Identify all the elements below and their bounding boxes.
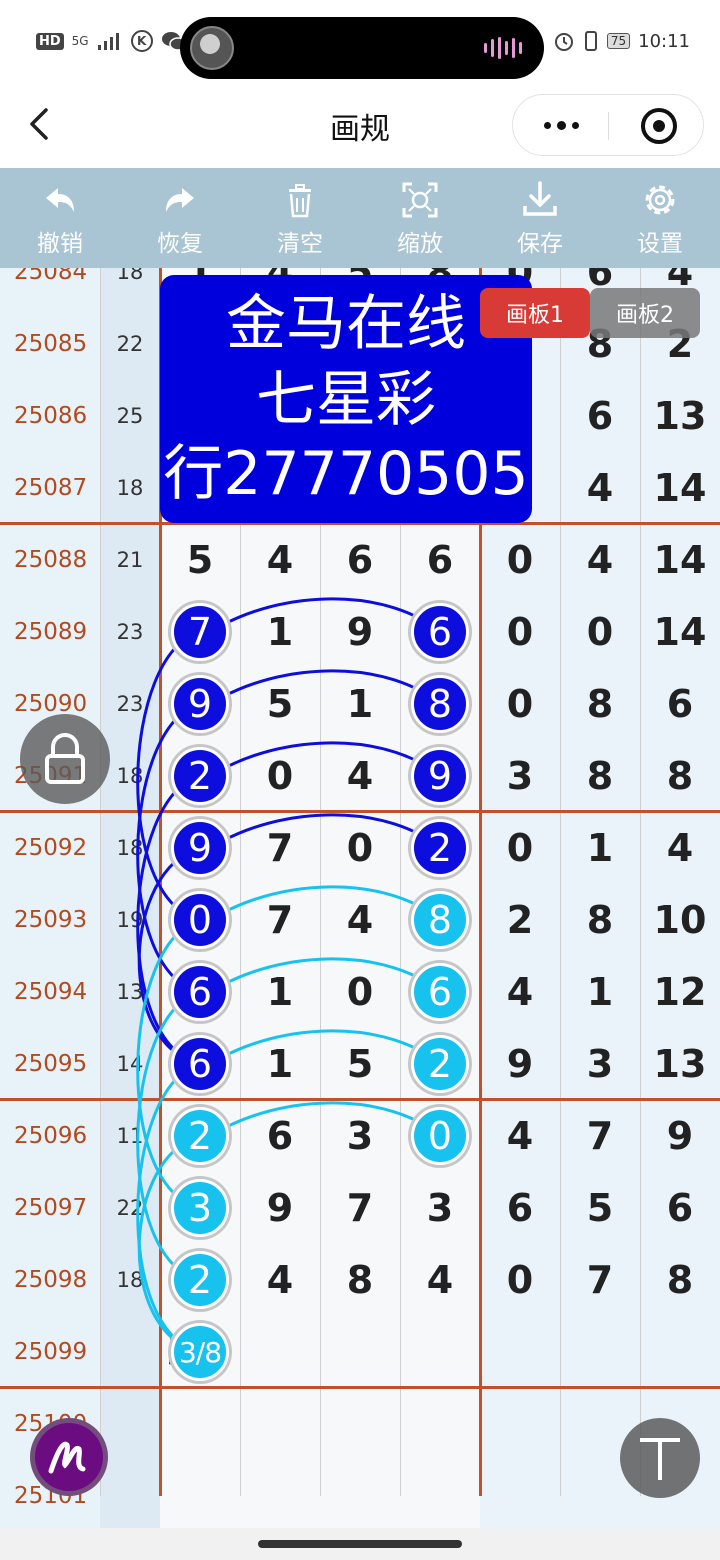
undo-button[interactable]: 撤销 [0,168,120,268]
redo-label: 恢复 [157,231,203,257]
curve-line [137,846,201,1066]
highlight-ball[interactable]: 2 [171,1251,229,1309]
status-bar: HD 5G K 75 10:11 [0,0,720,82]
highlight-ball[interactable]: 2 [411,1035,469,1093]
home-indicator[interactable] [258,1540,462,1548]
highlight-ball[interactable]: 7 [171,603,229,661]
zoom-button[interactable]: 缩放 [360,168,480,268]
curve-line [199,669,441,714]
promo-banner: 金马在线 七星彩 行27770505 [160,275,532,523]
curve-line [199,597,441,642]
curve-line [199,741,441,786]
toolbar: 撤销 恢复 清空 缩放 保存 设置 [0,168,720,268]
highlight-ball[interactable]: 9 [171,819,229,877]
more-dots-icon[interactable] [537,109,585,141]
tab-board2[interactable]: 画板2 [590,288,700,338]
redo-icon [166,188,194,212]
settings-button[interactable]: 设置 [600,168,720,268]
dynamic-island [180,17,544,79]
alarm-icon [554,33,573,51]
highlight-ball[interactable]: 9 [411,747,469,805]
highlight-ball[interactable]: 6 [171,963,229,1021]
vibrate-icon [584,31,597,51]
hd-indicator: HD [36,32,64,50]
highlight-ball[interactable]: 3 [171,1179,229,1237]
pen-button[interactable] [30,1418,108,1496]
curve-line [137,1134,201,1354]
curve-line [199,813,441,858]
clock: 10:11 [638,30,690,52]
highlight-ball[interactable]: 8 [411,675,469,733]
highlight-ball[interactable]: 6 [411,603,469,661]
battery-indicator: 75 [606,33,631,49]
zoom-label: 缩放 [397,231,443,257]
undo-label: 撤销 [37,231,83,257]
banner-line2: 七星彩 [256,365,436,435]
save-label: 保存 [517,231,563,257]
curve-line [199,1029,441,1074]
tab-board1[interactable]: 画板1 [480,288,590,338]
curve-line [199,957,441,1002]
status-left: HD 5G K [36,26,187,56]
curve-line [199,885,441,930]
highlight-ball[interactable]: 6 [171,1035,229,1093]
settings-label: 设置 [637,231,683,257]
nav-bar: 画规 [0,82,720,168]
highlight-ball[interactable]: 6 [411,963,469,1021]
target-close-icon[interactable] [641,108,677,144]
gear-icon [645,185,675,215]
clear-button[interactable]: 清空 [240,168,360,268]
undo-icon [46,188,74,212]
download-icon [523,181,557,216]
trash-icon [289,184,311,218]
clear-label: 清空 [277,231,323,257]
highlight-ball[interactable]: 2 [411,819,469,877]
highlight-ball[interactable]: 8 [411,891,469,949]
home-indicator-bar [0,1528,720,1560]
scroll-top-icon [640,1438,680,1480]
curve-line [199,1101,441,1146]
highlight-ball[interactable]: 0 [171,891,229,949]
zoom-icon [402,182,438,218]
highlight-ball[interactable]: 9 [171,675,229,733]
highlight-ball[interactable]: 3/8 [171,1323,229,1381]
highlight-ball[interactable]: 0 [411,1107,469,1165]
status-right: 75 10:11 [553,28,690,54]
redo-button[interactable]: 恢复 [120,168,240,268]
network-label: 5G [71,34,89,48]
highlight-ball[interactable]: 2 [171,747,229,805]
app-k-icon: K [130,30,153,52]
app-root: HD 5G K 75 10:11 画规 撤销 恢复 清空 缩放 保存 设置 25… [0,0,720,1560]
scroll-top-button[interactable] [620,1418,700,1498]
mini-program-capsule [512,94,704,156]
pen-icon [48,1441,86,1474]
audio-wave-icon [484,37,522,59]
highlight-ball[interactable]: 2 [171,1107,229,1165]
avatar [190,26,234,70]
lock-button[interactable] [20,714,110,804]
banner-line3: 行27770505 [163,439,529,509]
lock-icon [45,733,85,784]
banner-line1: 金马在线 [226,289,466,359]
signal-icon [97,33,119,50]
save-button[interactable]: 保存 [480,168,600,268]
capsule-divider [608,112,609,140]
